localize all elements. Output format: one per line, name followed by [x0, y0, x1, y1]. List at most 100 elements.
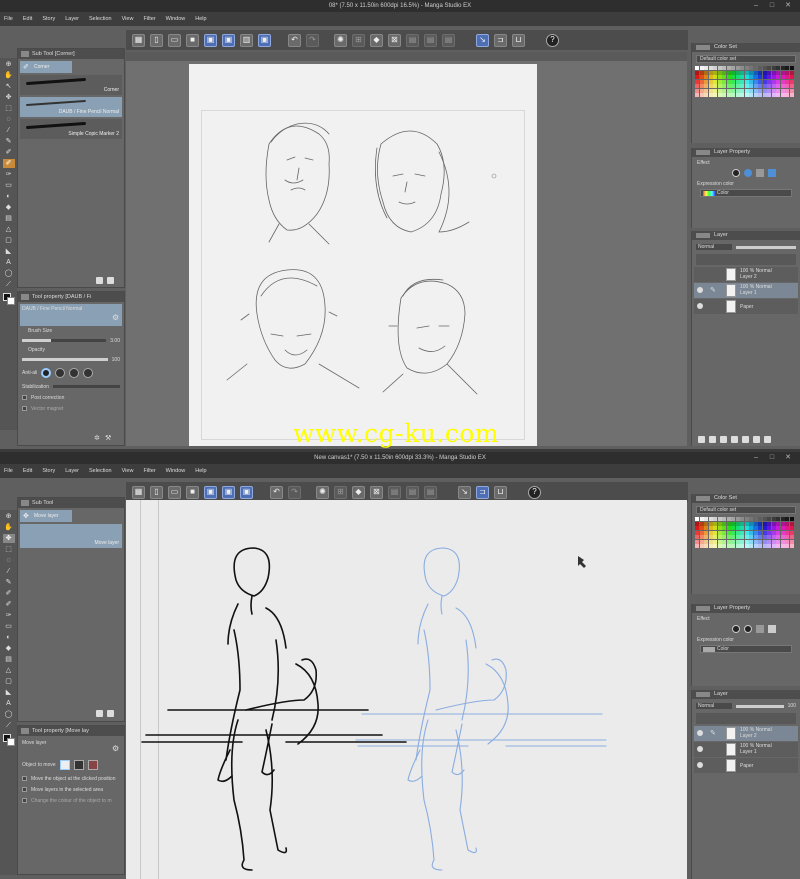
sparkle-icon[interactable]: ✺: [316, 485, 329, 499]
color-swatch[interactable]: [731, 70, 735, 75]
color-swatch[interactable]: [780, 75, 785, 79]
help-icon[interactable]: ?: [546, 33, 559, 47]
color-swatch[interactable]: [780, 526, 785, 530]
color-swatch[interactable]: [717, 521, 722, 526]
color-swatch[interactable]: [735, 93, 740, 97]
color-swatch[interactable]: [695, 517, 699, 521]
hand-icon[interactable]: ✋: [3, 523, 15, 532]
color-swatch[interactable]: [722, 544, 726, 548]
color-swatch[interactable]: [731, 84, 735, 88]
color-swatch[interactable]: [758, 526, 762, 530]
color-swatch[interactable]: [713, 70, 717, 75]
color-swatch[interactable]: [785, 79, 789, 84]
color-swatch[interactable]: [704, 70, 708, 75]
color-swatch[interactable]: [695, 521, 699, 526]
move-tone-icon[interactable]: [73, 760, 84, 770]
color-swatch[interactable]: [722, 517, 726, 521]
color-swatch[interactable]: [780, 70, 785, 75]
color-swatch[interactable]: [771, 517, 776, 521]
color-swatch[interactable]: [780, 66, 785, 70]
color-swatch[interactable]: [767, 530, 771, 535]
ruler-icon[interactable]: ◣: [3, 688, 15, 697]
move-icon[interactable]: ✥: [3, 93, 15, 102]
color-swatch[interactable]: [735, 75, 740, 79]
color-swatch[interactable]: [776, 530, 780, 535]
color-swatch[interactable]: [762, 521, 767, 526]
color-swatch[interactable]: [731, 75, 735, 79]
color-swatch[interactable]: [726, 93, 731, 97]
airbrush-icon[interactable]: ✑: [3, 170, 15, 179]
color-swatch[interactable]: [726, 517, 731, 521]
trash-icon[interactable]: [107, 277, 114, 284]
color-swatch[interactable]: [785, 75, 789, 79]
import-icon[interactable]: ▣: [222, 485, 235, 499]
color-swatch[interactable]: [753, 517, 758, 521]
menu-story[interactable]: Story: [42, 468, 55, 474]
color-set-tab[interactable]: Color Set: [692, 43, 800, 52]
brush-size-slider[interactable]: [22, 339, 107, 342]
color-swatch[interactable]: [789, 75, 794, 79]
color-swatch[interactable]: [749, 88, 753, 93]
option-row-3[interactable]: Change the colour of the object to m: [22, 796, 120, 805]
color-swatch[interactable]: [722, 530, 726, 535]
layer-dim-icon[interactable]: ▤: [388, 485, 401, 499]
color-swatch[interactable]: [731, 66, 735, 70]
menu-file[interactable]: File: [4, 16, 13, 22]
correct-line-icon[interactable]: ⟋: [3, 280, 15, 289]
frame-icon[interactable]: ▢: [3, 236, 15, 245]
color-swatch[interactable]: [776, 84, 780, 88]
color-swatch[interactable]: [699, 526, 704, 530]
pen-ruler-icon[interactable]: ↘: [458, 485, 471, 499]
anti-alias-weak-icon[interactable]: [55, 368, 66, 378]
eyedropper-icon[interactable]: ⁄: [3, 567, 15, 576]
pen-icon[interactable]: ✎: [3, 578, 15, 587]
color-swatch[interactable]: [704, 539, 708, 544]
color-swatch[interactable]: [735, 70, 740, 75]
color-swatch[interactable]: [758, 535, 762, 539]
color-swatch[interactable]: [758, 521, 762, 526]
color-swatch[interactable]: [708, 517, 713, 521]
color-swatch[interactable]: [722, 79, 726, 84]
delete-layer-icon[interactable]: [764, 436, 771, 443]
color-swatch[interactable]: [758, 79, 762, 84]
color-swatch[interactable]: [785, 535, 789, 539]
color-swatch[interactable]: [749, 526, 753, 530]
print-icon[interactable]: ▣: [240, 485, 253, 499]
color-swatch[interactable]: [713, 88, 717, 93]
color-swatch[interactable]: [717, 70, 722, 75]
import-icon[interactable]: ▣: [222, 33, 235, 47]
color-swatch[interactable]: [785, 84, 789, 88]
color-swatch[interactable]: [726, 539, 731, 544]
fill-bucket-icon[interactable]: ◆: [352, 485, 365, 499]
color-swatch[interactable]: [713, 93, 717, 97]
color-swatch[interactable]: [717, 88, 722, 93]
pencil-icon[interactable]: ✐: [3, 148, 15, 157]
color-swatch[interactable]: [771, 79, 776, 84]
export-icon[interactable]: ▣: [204, 485, 217, 499]
figure-icon[interactable]: △: [3, 225, 15, 234]
color-swatch[interactable]: [789, 93, 794, 97]
eye-icon[interactable]: [697, 762, 703, 768]
color-swatch[interactable]: [762, 88, 767, 93]
color-swatch[interactable]: [695, 544, 699, 548]
color-swatch[interactable]: [767, 84, 771, 88]
color-swatch[interactable]: [767, 521, 771, 526]
color-swatch[interactable]: [780, 535, 785, 539]
color-swatch[interactable]: [699, 88, 704, 93]
settings-icon[interactable]: ✲: [94, 435, 101, 442]
color-swatch[interactable]: [695, 75, 699, 79]
close-icon[interactable]: ✕: [780, 452, 796, 464]
color-swatch[interactable]: [776, 88, 780, 93]
effect-border-icon[interactable]: [732, 625, 740, 633]
color-swatch[interactable]: [735, 88, 740, 93]
color-swatch[interactable]: [744, 526, 749, 530]
fill-icon[interactable]: ◆: [3, 203, 15, 212]
color-swatch[interactable]: [767, 517, 771, 521]
transform-icon[interactable]: ⊞: [334, 485, 347, 499]
tools-icon[interactable]: ⚒: [105, 435, 112, 442]
color-swatch[interactable]: [708, 530, 713, 535]
menu-help[interactable]: Help: [195, 16, 206, 22]
color-swatch[interactable]: [740, 70, 744, 75]
color-swatch[interactable]: [695, 79, 699, 84]
color-swatch[interactable]: [767, 70, 771, 75]
